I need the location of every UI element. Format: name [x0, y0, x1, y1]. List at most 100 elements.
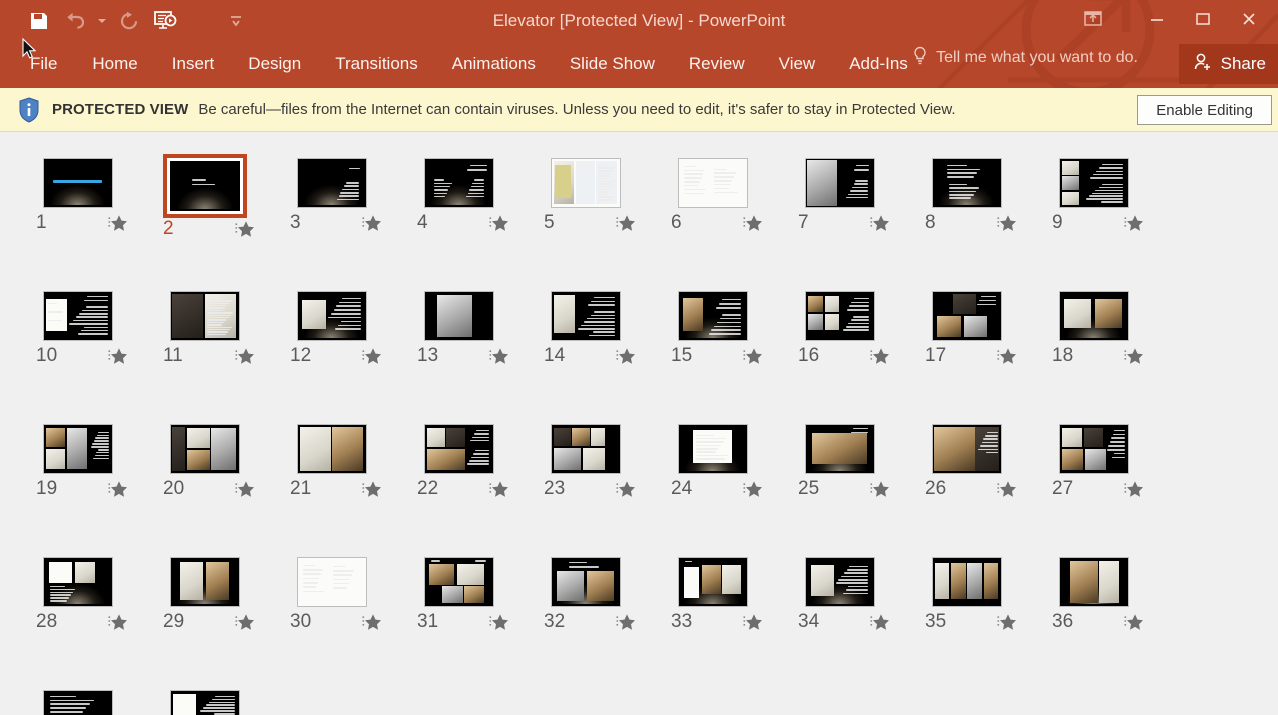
- tab-design[interactable]: Design: [231, 45, 318, 83]
- animation-star-icon[interactable]: [361, 613, 383, 631]
- slide-thumbnail-cell[interactable]: 34: [776, 549, 903, 682]
- tab-transitions[interactable]: Transitions: [318, 45, 435, 83]
- slide-thumbnail-cell[interactable]: 7: [776, 150, 903, 283]
- slide-thumbnail[interactable]: [166, 553, 244, 611]
- slide-thumbnail[interactable]: [1055, 420, 1133, 478]
- slide-thumbnail-cell[interactable]: 29: [141, 549, 268, 682]
- slide-thumbnail-cell[interactable]: 32: [522, 549, 649, 682]
- tab-home[interactable]: Home: [75, 45, 154, 83]
- animation-star-icon[interactable]: [488, 347, 510, 365]
- slide-thumbnail[interactable]: [928, 154, 1006, 212]
- slide-thumbnail[interactable]: [166, 686, 244, 715]
- save-icon[interactable]: [22, 6, 56, 36]
- animation-star-icon[interactable]: [742, 214, 764, 232]
- slide-thumbnail[interactable]: [674, 154, 752, 212]
- slide-thumbnail[interactable]: [293, 154, 371, 212]
- slide-thumbnail-cell[interactable]: 26: [903, 416, 1030, 549]
- slide-thumbnail[interactable]: [674, 553, 752, 611]
- slide-thumbnail-cell[interactable]: 15: [649, 283, 776, 416]
- slide-thumbnail[interactable]: [674, 287, 752, 345]
- customize-quick-access-icon[interactable]: [228, 6, 244, 36]
- start-slideshow-icon[interactable]: [148, 6, 182, 36]
- animation-star-icon[interactable]: [869, 214, 891, 232]
- close-icon[interactable]: [1226, 4, 1272, 34]
- slide-thumbnail[interactable]: [801, 553, 879, 611]
- slide-thumbnail[interactable]: [674, 420, 752, 478]
- slide-thumbnail[interactable]: [39, 287, 117, 345]
- slide-thumbnail-cell[interactable]: 28: [14, 549, 141, 682]
- tab-view[interactable]: View: [762, 45, 833, 83]
- slide-thumbnail[interactable]: [547, 154, 625, 212]
- restore-icon[interactable]: [1180, 4, 1226, 34]
- undo-dropdown-icon[interactable]: [94, 6, 110, 36]
- slide-thumbnail[interactable]: [293, 553, 371, 611]
- animation-star-icon[interactable]: [488, 480, 510, 498]
- slide-thumbnail[interactable]: [293, 287, 371, 345]
- slide-thumbnail-cell[interactable]: 37: [14, 682, 141, 715]
- animation-star-icon[interactable]: [615, 347, 637, 365]
- animation-star-icon[interactable]: [869, 480, 891, 498]
- animation-star-icon[interactable]: [742, 480, 764, 498]
- animation-star-icon[interactable]: [234, 347, 256, 365]
- slide-thumbnail[interactable]: [293, 420, 371, 478]
- slide-thumbnail-cell[interactable]: 36: [1030, 549, 1157, 682]
- slide-thumbnail-cell[interactable]: 16: [776, 283, 903, 416]
- slide-thumbnail-cell[interactable]: 11: [141, 283, 268, 416]
- slide-thumbnail[interactable]: [801, 154, 879, 212]
- tab-slide-show[interactable]: Slide Show: [553, 45, 672, 83]
- slide-thumbnail[interactable]: [166, 287, 244, 345]
- slide-thumbnail-cell[interactable]: 27: [1030, 416, 1157, 549]
- slide-thumbnail[interactable]: [1055, 154, 1133, 212]
- animation-star-icon[interactable]: [869, 613, 891, 631]
- animation-star-icon[interactable]: [869, 347, 891, 365]
- slide-thumbnail[interactable]: [420, 553, 498, 611]
- animation-star-icon[interactable]: [742, 613, 764, 631]
- slide-thumbnail-cell[interactable]: 21: [268, 416, 395, 549]
- slide-thumbnail-cell[interactable]: 38: [141, 682, 268, 715]
- slide-thumbnail-cell[interactable]: 17: [903, 283, 1030, 416]
- slide-thumbnail[interactable]: [928, 553, 1006, 611]
- slide-thumbnail-cell[interactable]: 6: [649, 150, 776, 283]
- slide-thumbnail-cell[interactable]: 13: [395, 283, 522, 416]
- animation-star-icon[interactable]: [615, 214, 637, 232]
- animation-star-icon[interactable]: [996, 347, 1018, 365]
- animation-star-icon[interactable]: [361, 347, 383, 365]
- slide-thumbnail[interactable]: [801, 287, 879, 345]
- slide-thumbnail[interactable]: [166, 420, 244, 478]
- slide-thumbnail-cell[interactable]: 20: [141, 416, 268, 549]
- slide-thumbnail[interactable]: [420, 420, 498, 478]
- animation-star-icon[interactable]: [488, 214, 510, 232]
- slide-thumbnail-cell[interactable]: 18: [1030, 283, 1157, 416]
- share-button[interactable]: Share: [1178, 44, 1278, 84]
- animation-star-icon[interactable]: [234, 220, 256, 238]
- slide-thumbnail-cell[interactable]: 25: [776, 416, 903, 549]
- enable-editing-button[interactable]: Enable Editing: [1137, 95, 1272, 125]
- animation-star-icon[interactable]: [996, 480, 1018, 498]
- slide-thumbnail-cell[interactable]: 31: [395, 549, 522, 682]
- animation-star-icon[interactable]: [107, 613, 129, 631]
- animation-star-icon[interactable]: [107, 480, 129, 498]
- slide-thumbnail[interactable]: [1055, 287, 1133, 345]
- animation-star-icon[interactable]: [996, 214, 1018, 232]
- animation-star-icon[interactable]: [1123, 613, 1145, 631]
- slide-thumbnail[interactable]: [39, 553, 117, 611]
- slide-thumbnail[interactable]: [420, 154, 498, 212]
- animation-star-icon[interactable]: [742, 347, 764, 365]
- tab-review[interactable]: Review: [672, 45, 762, 83]
- tab-file[interactable]: File: [20, 45, 75, 83]
- slide-thumbnail-cell[interactable]: 30: [268, 549, 395, 682]
- redo-icon[interactable]: [112, 6, 146, 36]
- slide-thumbnail[interactable]: [39, 686, 117, 715]
- slide-thumbnail-cell[interactable]: 23: [522, 416, 649, 549]
- slide-thumbnail[interactable]: [547, 287, 625, 345]
- slide-thumbnail[interactable]: [39, 154, 117, 212]
- tab-animations[interactable]: Animations: [435, 45, 553, 83]
- animation-star-icon[interactable]: [1123, 347, 1145, 365]
- slide-sorter-pane[interactable]: 1 2 3 4 5 6 7 8 9 10 11 12 13 14 15 16 17 18 19 20 21 22 23 24 2…: [0, 132, 1278, 715]
- slide-thumbnail-cell[interactable]: 22: [395, 416, 522, 549]
- slide-thumbnail[interactable]: [1055, 553, 1133, 611]
- animation-star-icon[interactable]: [615, 613, 637, 631]
- slide-thumbnail-cell[interactable]: 9: [1030, 150, 1157, 283]
- slide-thumbnail-selected[interactable]: [162, 154, 247, 218]
- tab-add-ins[interactable]: Add-Ins: [832, 45, 925, 83]
